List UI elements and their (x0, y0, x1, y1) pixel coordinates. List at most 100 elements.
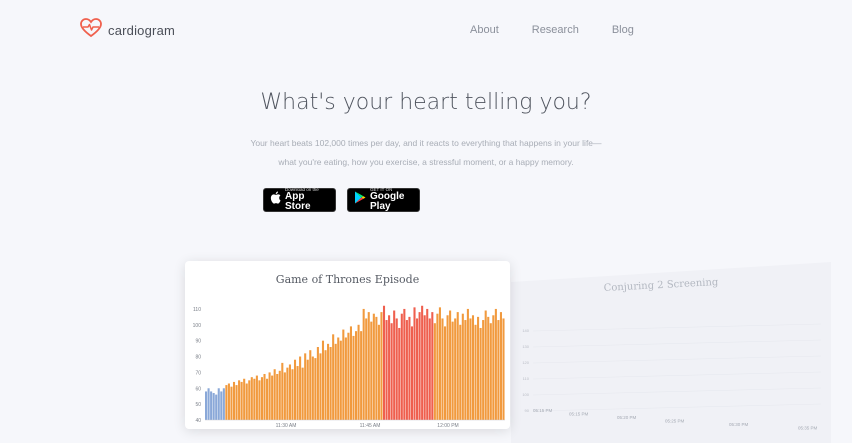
nav-link-research[interactable]: Research (532, 24, 579, 36)
heart-rate-bar (398, 327, 401, 420)
heart-rate-bar (395, 318, 398, 420)
y-tick-label: 90 (195, 339, 201, 345)
heart-rate-bar (471, 315, 475, 420)
heart-rate-bar (217, 388, 220, 420)
heart-rate-bar (283, 372, 286, 420)
heart-rate-bar (273, 369, 276, 420)
download-badges: Download on the App Store GET IT ON Goog… (263, 187, 420, 213)
heart-rate-bar (461, 313, 464, 420)
heart-rate-bar (365, 318, 368, 420)
heart-rate-bar (235, 385, 238, 420)
heart-rate-bar (240, 381, 243, 420)
heart-rate-bar (210, 391, 213, 420)
heart-rate-bar (349, 326, 352, 420)
heart-rate-bar (400, 313, 403, 420)
heart-rate-bar (466, 308, 469, 420)
heart-pulse-icon (80, 18, 102, 43)
heart-rate-bar (492, 315, 495, 420)
heart-rate-bar (497, 320, 500, 420)
hero-title: What's your heart telling you? (260, 90, 592, 115)
y-tick-label: 40 (195, 418, 201, 424)
heart-rate-bar (454, 318, 457, 420)
heart-rate-bar (291, 369, 294, 420)
bg-y-tick-label: 130 (522, 344, 529, 349)
bg-y-tick-label: 90 (525, 408, 530, 413)
heart-rate-bar (311, 356, 314, 420)
heart-rate-bar (288, 364, 291, 420)
game-of-thrones-chart-card: Game of Thrones Episode 40 50 60 70 80 90 100 1… (185, 261, 510, 429)
heart-rate-bar (268, 372, 271, 420)
heart-rate-bar (296, 366, 299, 420)
brand-logo[interactable]: cardiogram (80, 18, 175, 43)
heart-rate-bar (487, 316, 490, 420)
heart-rate-bar (421, 305, 424, 420)
heart-rate-bar (316, 347, 319, 420)
heart-rate-bar (347, 332, 350, 420)
heart-rate-bar (426, 308, 429, 420)
heart-rate-bar (375, 316, 378, 420)
heart-rate-bar (355, 331, 358, 420)
heart-rate-bar (220, 391, 223, 420)
heart-rate-bar (436, 313, 439, 420)
heart-rate-bar (456, 312, 459, 420)
heart-rate-bar (413, 307, 416, 420)
apple-icon (270, 191, 281, 209)
heart-rate-bar (403, 308, 406, 420)
heart-rate-bar (329, 347, 332, 420)
heart-rate-bar (405, 320, 408, 420)
bg-x-tick-label: 05:20 PM (617, 415, 637, 420)
heart-rate-bar (232, 381, 236, 420)
bg-x-tick-label: 05:15 PM (569, 412, 589, 417)
heart-rate-bar (342, 329, 345, 420)
heart-rate-bar (418, 312, 421, 420)
brand-name: cardiogram (108, 23, 176, 38)
heart-rate-bar (390, 323, 393, 420)
heart-rate-bar (494, 308, 497, 420)
heart-rate-bar (393, 310, 396, 420)
x-tick-label: 12:00 PM (437, 423, 458, 429)
google-play-badge-label: Google Play (370, 191, 405, 213)
heart-rate-bar (276, 373, 279, 420)
heart-rate-bar (258, 380, 261, 420)
heart-rate-bar (255, 375, 258, 420)
bg-y-tick-label: 110 (523, 376, 530, 381)
heart-rate-bar (431, 312, 434, 420)
heart-rate-bar (410, 326, 414, 420)
y-tick-label: 70 (195, 370, 201, 376)
heart-rate-bar (489, 323, 492, 420)
nav-link-about[interactable]: About (470, 24, 499, 36)
heart-rate-bar (449, 310, 452, 420)
google-play-badge[interactable]: GET IT ON Google Play (347, 187, 420, 213)
heart-rate-bar (367, 312, 370, 420)
app-store-badge[interactable]: Download on the App Store (263, 187, 336, 212)
bg-y-tick-label: 100 (522, 392, 529, 397)
heart-rate-bar (281, 362, 284, 420)
heart-rate-bar (388, 315, 391, 420)
heart-rate-bar (380, 312, 383, 420)
heart-rate-bar (382, 305, 386, 420)
heart-rate-bar (230, 386, 233, 420)
heart-rate-bar (271, 375, 274, 420)
hero-subtitle: Your heart beats 102,000 times per day, … (76, 134, 776, 172)
heart-rate-bar (416, 318, 419, 420)
heart-rate-bar (253, 378, 256, 420)
heart-rate-bar (362, 308, 365, 420)
heart-rate-bar (408, 316, 411, 420)
heart-rate-bar (278, 370, 281, 420)
bg-x-tick-label: 05:30 PM (729, 422, 749, 427)
y-tick-label: 60 (195, 386, 201, 392)
heart-rate-bar (301, 367, 304, 420)
heart-rate-bar (238, 380, 241, 420)
heart-rate-bar (327, 343, 330, 420)
heart-rate-bar (484, 310, 487, 420)
nav-link-blog[interactable]: Blog (612, 24, 634, 36)
heart-rate-bar (446, 315, 449, 420)
y-tick-label: 80 (195, 355, 201, 361)
heart-rate-bar (263, 373, 266, 420)
heart-rate-bar (464, 320, 467, 420)
heart-rate-bar (377, 324, 380, 420)
play-triangle-icon (354, 191, 366, 209)
heart-rate-bar (306, 359, 309, 420)
heart-rate-bar (479, 327, 482, 420)
heart-rate-bar (428, 318, 431, 420)
